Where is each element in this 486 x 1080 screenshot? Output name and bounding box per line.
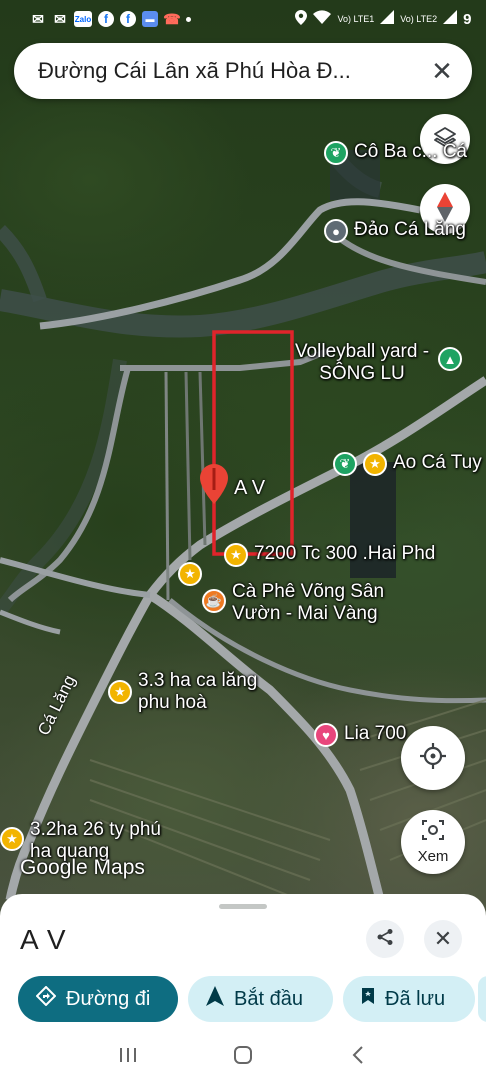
search-bar[interactable]: Đường Cái Lân xã Phú Hòa Đ... ✕: [14, 43, 472, 99]
poi-label: Đảo Cá Lăng: [354, 219, 466, 240]
directions-label: Đường đi: [66, 987, 151, 1010]
poi-co-ba[interactable]: ❦ Cô Ba c... Cá: [324, 141, 467, 165]
star-icon: ★: [108, 680, 132, 704]
poi-cafe[interactable]: ☕ Cà Phê Võng Sân Vườn - Mai Vàng: [202, 581, 402, 625]
location-icon: [295, 9, 308, 29]
status-right: Vo) LTE1 Vo) LTE2 9: [295, 9, 472, 29]
drag-handle[interactable]: [219, 904, 267, 909]
network-2: Vo) LTE2: [400, 13, 438, 24]
system-nav-bar: [0, 1034, 486, 1080]
start-label: Bắt đầu: [234, 987, 303, 1010]
directions-icon: [35, 985, 57, 1012]
notification-icon: ▬: [142, 11, 158, 27]
poi-label: 7200 Tc 300 .Hai Phd: [254, 543, 436, 564]
place-icon: ●: [324, 219, 348, 243]
close-button[interactable]: ✕: [424, 920, 462, 958]
network-1: Vo) LTE1: [337, 13, 375, 24]
poi-label: Volleyball yard - SÔNG LU: [294, 341, 430, 384]
google-maps-logo: Google Maps: [20, 856, 145, 879]
poi-label: 3.3 ha ca lăng phu hoà: [138, 670, 258, 713]
navigation-arrow-icon: [206, 986, 224, 1012]
satellite-map[interactable]: ✉ ✉ Zalo f f ▬ ☎ Vo) LTE1 Vo) LTE2 9 Đườ…: [0, 0, 486, 920]
status-left: ✉ ✉ Zalo f f ▬ ☎: [30, 11, 191, 27]
poi-33ha[interactable]: ★ 3.3 ha ca lăng phu hoà: [108, 670, 268, 714]
poi-label: Lia 700: [344, 723, 407, 744]
saved-button[interactable]: Đã lưu: [343, 976, 475, 1022]
wifi-icon: [313, 10, 332, 28]
facebook-icon: f: [98, 11, 114, 27]
back-button[interactable]: [343, 1042, 373, 1072]
zalo-icon: Zalo: [74, 11, 92, 27]
poi-star-unnamed[interactable]: ★: [178, 562, 202, 586]
poi-tc300[interactable]: ★ 7200 Tc 300 .Hai Phd: [224, 543, 435, 567]
signal-icon: [380, 10, 395, 28]
poi-volleyball[interactable]: ▲ Volleyball yard - SÔNG LU: [292, 341, 462, 385]
marker-label: A V: [234, 477, 266, 499]
star-icon: ★: [0, 827, 24, 851]
restaurant-icon: ❦: [333, 452, 357, 476]
location-pin-icon[interactable]: [200, 464, 228, 509]
restaurant-icon: ❦: [324, 141, 348, 165]
poi-label: Cô Ba c... Cá: [354, 141, 467, 162]
search-query[interactable]: Đường Cái Lân xã Phú Hòa Đ...: [38, 58, 428, 84]
poi-dao-ca-lang[interactable]: ● Đảo Cá Lăng: [324, 219, 466, 243]
signal-icon: [443, 10, 458, 28]
place-name: A V: [20, 924, 67, 955]
close-icon[interactable]: ✕: [428, 56, 456, 86]
share-button[interactable]: [366, 920, 404, 958]
place-sheet: A V ✕ Đường đi Bắt đầu Đã lưu: [0, 894, 486, 1034]
messenger-icon: ✉: [54, 10, 66, 27]
missed-call-icon: ☎: [163, 10, 181, 27]
crosshair-icon: [419, 742, 447, 775]
bookmark-icon: [361, 987, 375, 1011]
saved-label: Đã lưu: [385, 987, 446, 1010]
my-location-button[interactable]: [401, 726, 465, 790]
star-icon: ★: [178, 562, 202, 586]
poi-label: Cà Phê Võng Sân Vườn - Mai Vàng: [232, 581, 385, 624]
status-bar: ✉ ✉ Zalo f f ▬ ☎ Vo) LTE1 Vo) LTE2 9: [0, 0, 486, 38]
xem-button[interactable]: Xem: [401, 810, 465, 874]
close-icon: ✕: [433, 926, 453, 951]
share-icon: [376, 928, 394, 951]
xem-label: Xem: [417, 848, 449, 865]
action-chips: Đường đi Bắt đầu Đã lưu: [18, 976, 475, 1022]
star-icon: ★: [363, 452, 387, 476]
recent-apps-button[interactable]: [113, 1042, 143, 1072]
poi-ao-ca[interactable]: ❦ ★ Ao Cá Tuy: [333, 452, 482, 476]
clock: 9: [463, 10, 472, 28]
messenger-icon: ✉: [32, 10, 44, 27]
back-icon: [351, 1045, 365, 1070]
home-icon: [233, 1045, 253, 1070]
lens-icon: [421, 819, 445, 846]
directions-button[interactable]: Đường đi: [18, 976, 178, 1022]
poi-label: Ao Cá Tuy: [393, 452, 482, 473]
tree-icon: ▲: [438, 347, 462, 371]
start-button[interactable]: Bắt đầu: [188, 976, 333, 1022]
heart-icon: ♥: [314, 723, 338, 747]
home-button[interactable]: [228, 1042, 258, 1072]
recents-icon: [118, 1046, 138, 1069]
more-notifications-icon: [186, 16, 191, 22]
poi-lia[interactable]: ♥ Lia 700: [314, 723, 406, 747]
star-icon: ★: [224, 543, 248, 567]
cafe-icon: ☕: [202, 589, 226, 613]
more-chips-edge[interactable]: [478, 976, 486, 1022]
facebook-icon: f: [120, 11, 136, 27]
